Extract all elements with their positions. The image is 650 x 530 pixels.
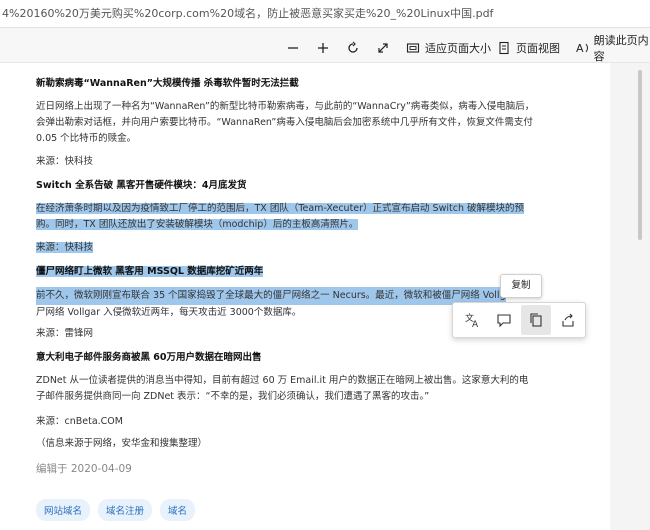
selected-body-line: 前不久，微软刚刚宣布联合 35 个国家捣毁了全球最大的僵尸网络之一 Necurs… xyxy=(36,287,506,305)
article-body: 前不久，微软刚刚宣布联合 35 个国家捣毁了全球最大的僵尸网络之一 Necurs… xyxy=(36,287,506,321)
translate-icon: 文 A xyxy=(465,312,479,328)
article-source: 来源：快科技 xyxy=(36,156,94,167)
tag-link[interactable]: 网站域名 xyxy=(36,499,91,521)
edit-date: 编辑于 2020-04-09 xyxy=(36,463,132,475)
fullscreen-button[interactable] xyxy=(376,34,390,62)
svg-text:A: A xyxy=(472,320,479,328)
article-source: 来源：快科技 xyxy=(36,239,94,253)
page-view-label: 页面视图 xyxy=(516,42,560,55)
read-aloud-icon: A xyxy=(576,42,588,55)
article-body: 在经济萧条时期以及因为疫情致工厂停工的范围后，TX 团队（Team-Xecute… xyxy=(36,201,536,233)
tag-list: 网站域名 域名注册 域名 xyxy=(36,499,196,521)
comment-button[interactable] xyxy=(489,305,519,335)
zoom-in-button[interactable] xyxy=(316,34,330,62)
translate-button[interactable]: 文 A xyxy=(457,305,487,335)
selection-context-bar: 文 A xyxy=(452,302,586,338)
pdf-toolbar: 适应页面大小 页面视图 A 朗读此页内容 xyxy=(0,34,650,63)
copy-icon xyxy=(530,313,542,327)
zoom-out-button[interactable] xyxy=(286,34,300,62)
article-body: 近日网络上出现了一种名为“WannaRen”的新型比特币勒索病毒，与此前的“Wa… xyxy=(36,101,535,144)
article-heading: 僵尸网络盯上微软 黑客用 MSSQL 数据库挖矿近两年 xyxy=(36,263,264,277)
share-button[interactable] xyxy=(553,305,583,335)
read-aloud-button[interactable]: A 朗读此页内容 xyxy=(575,34,650,63)
fit-page-label: 适应页面大小 xyxy=(425,42,491,55)
expand-icon xyxy=(378,43,388,53)
copy-tooltip: 复制 xyxy=(500,274,542,298)
page-view-icon xyxy=(499,41,509,55)
fit-page-icon xyxy=(406,43,420,53)
scrollbar-track[interactable] xyxy=(612,63,650,530)
rotate-icon xyxy=(348,41,358,53)
share-icon xyxy=(562,313,574,327)
article-heading: 新勒索病毒“WannaRen”大规模传播 杀毒软件暂时无法拦截 xyxy=(36,78,299,89)
article-heading: Switch 全系告破 黑客开售硬件模块：4月底发货 xyxy=(36,177,247,191)
body-line: 尸网络 Vollgar 入侵微软近两年，每天攻击近 3000个数据库。 xyxy=(36,307,302,318)
tag-link[interactable]: 域名 xyxy=(160,499,196,521)
article-heading-text: Switch 全系告破 黑客开售硬件模块：4月底发货 xyxy=(36,180,247,191)
minus-icon xyxy=(288,47,298,49)
tag-link[interactable]: 域名注册 xyxy=(98,499,153,521)
article-source: 来源：cnBeta.COM xyxy=(36,416,123,427)
selected-heading-text: 僵尸网络盯上微软 黑客用 MSSQL 数据库挖矿近两年 xyxy=(36,266,264,277)
copy-button[interactable] xyxy=(521,305,551,335)
article-heading: 意大利电子邮件服务商被黑 60万用户数据在暗网出售 xyxy=(36,352,262,363)
selected-body-text: 在经济萧条时期以及因为疫情致工厂停工的范围后，TX 团队（Team-Xecute… xyxy=(36,203,524,230)
comment-icon xyxy=(497,314,511,328)
article-source: 来源：雷锋网 xyxy=(36,328,94,339)
plus-icon xyxy=(318,43,328,53)
selected-source-text: 来源：快科技 xyxy=(36,242,94,253)
address-bar[interactable]: 4%20160%20万美元购买%20corp.com%20域名，防止被恶意买家买… xyxy=(0,0,650,28)
page-view-button[interactable]: 页面视图 xyxy=(497,34,560,62)
source-note: （信息来源于网络，安华金和搜集整理） xyxy=(36,438,208,449)
address-url: 4%20160%20万美元购买%20corp.com%20域名，防止被恶意买家买… xyxy=(2,7,494,20)
read-aloud-label: 朗读此页内容 xyxy=(593,34,649,63)
scrollbar-thumb[interactable] xyxy=(638,70,642,240)
article-body: ZDNet 从一位读者提供的消息当中得知，目前有超过 60 万 Email.it… xyxy=(36,375,529,402)
rotate-button[interactable] xyxy=(346,34,360,62)
svg-text:A: A xyxy=(576,42,584,55)
fit-page-button[interactable]: 适应页面大小 xyxy=(406,34,491,62)
